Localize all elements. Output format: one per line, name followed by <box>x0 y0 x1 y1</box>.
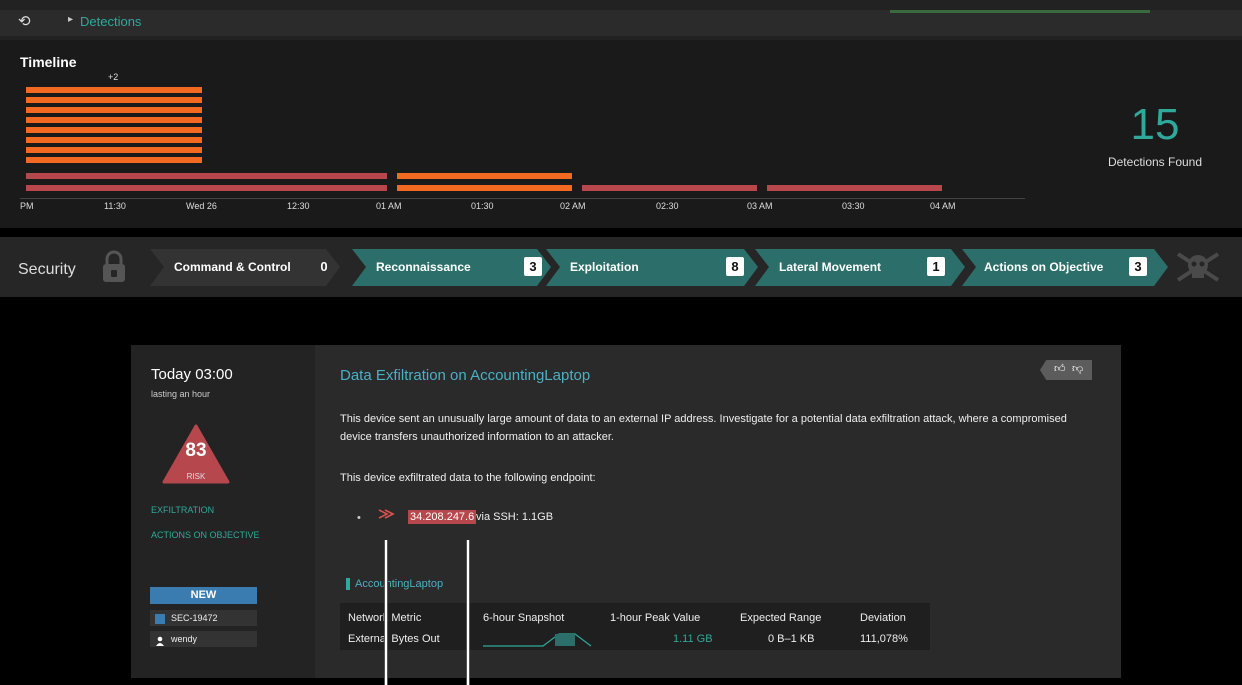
timeline-tick: PM <box>20 201 34 211</box>
detections-count: 15 <box>1130 100 1180 149</box>
timeline-bar[interactable] <box>26 87 202 93</box>
stage-command-and-control[interactable]: Command & Control 0 <box>150 249 340 286</box>
snapshot-header: 6-hour Snapshot <box>483 612 565 624</box>
timeline-bar[interactable] <box>582 185 757 191</box>
timeline-bar[interactable] <box>767 185 942 191</box>
detection-time: Today 03:00 <box>151 366 233 383</box>
timeline-tick: 02:30 <box>656 201 679 211</box>
timeline-title: Timeline <box>20 54 77 70</box>
deviation-header: Deviation <box>860 612 906 624</box>
endpoint-detail: via SSH: 1.1GB <box>476 511 554 523</box>
thumbs-up-icon[interactable]: 👍︎ <box>1054 362 1066 375</box>
stage-label: Command & Control <box>174 260 291 274</box>
timeline-tick: 02 AM <box>560 201 586 211</box>
progress-strip <box>890 10 1150 13</box>
assignee-row[interactable]: wendy <box>150 631 257 647</box>
history-icon[interactable]: ⟲ <box>18 12 31 30</box>
stage-label: Actions on Objective <box>984 260 1104 274</box>
stage-count: 8 <box>726 257 744 276</box>
detection-description: This device sent an unusually large amou… <box>340 413 1067 443</box>
peak-header: 1-hour Peak Value <box>610 612 701 624</box>
timeline-bar[interactable] <box>26 107 202 113</box>
peak-value: 1.11 GB <box>673 633 713 645</box>
thumbs-down-icon[interactable]: 👎︎ <box>1072 362 1083 375</box>
user-icon <box>155 635 165 646</box>
detection-duration: lasting an hour <box>151 389 211 399</box>
timeline-bar[interactable] <box>397 185 572 191</box>
callout-line <box>466 540 470 685</box>
stage-count: 3 <box>1129 257 1147 276</box>
timeline-bar[interactable] <box>397 173 572 179</box>
timeline-bar[interactable] <box>26 185 387 191</box>
timeline-bar[interactable] <box>26 147 202 153</box>
timeline-bar[interactable] <box>26 97 202 103</box>
timeline-tick: 01:30 <box>471 201 494 211</box>
category-exfiltration[interactable]: EXFILTRATION <box>151 505 214 515</box>
timeline-overflow-note[interactable]: +2 <box>108 72 118 82</box>
status-badge[interactable]: NEW <box>150 587 257 604</box>
timeline-tick: 03:30 <box>842 201 865 211</box>
stage-label: Lateral Movement <box>779 260 882 274</box>
detection-title[interactable]: Data Exfiltration on AccountingLaptop <box>340 367 590 384</box>
security-label: Security <box>18 261 76 278</box>
category-actions-on-objective[interactable]: ACTIONS ON OBJECTIVE <box>151 530 260 540</box>
timeline-bar[interactable] <box>26 127 202 133</box>
callout-line <box>384 540 388 685</box>
timeline-tick: Wed 26 <box>186 201 217 211</box>
timeline-panel <box>0 40 1242 228</box>
endpoint-intro: This device exfiltrated data to the foll… <box>340 472 596 484</box>
snapshot-sparkline[interactable] <box>483 628 593 648</box>
timeline-tick: 11:30 <box>104 201 126 211</box>
stage-count: 3 <box>524 257 542 276</box>
timeline-tick: 01 AM <box>376 201 402 211</box>
deviation-value: 111,078% <box>860 633 908 645</box>
timeline-axis <box>20 198 1025 199</box>
endpoint-ip[interactable]: 34.208.247.6 <box>408 510 477 524</box>
range-header: Expected Range <box>740 612 822 624</box>
timeline-bar[interactable] <box>26 157 202 163</box>
timeline-bar[interactable] <box>26 137 202 143</box>
risk-label: RISK <box>186 472 206 481</box>
stage-lateral-movement[interactable]: Lateral Movement 1 <box>755 249 965 286</box>
lock-icon <box>103 250 125 282</box>
expected-range: 0 B–1 KB <box>768 633 815 645</box>
metric-name[interactable]: External Bytes Out <box>348 633 440 645</box>
breadcrumb-detections[interactable]: Detections <box>80 14 141 29</box>
device-marker <box>346 578 350 590</box>
feedback-button[interactable] <box>1040 360 1092 380</box>
breadcrumb-bar <box>0 10 1242 36</box>
ticket-icon <box>155 613 165 624</box>
timeline-bar[interactable] <box>26 117 202 123</box>
assignee-name: wendy <box>171 634 198 644</box>
bullet: • <box>357 512 361 524</box>
timeline-bar[interactable] <box>26 173 387 179</box>
device-link[interactable]: AccountingLaptop <box>355 578 443 590</box>
chevron-right-icon: ▸ <box>68 14 74 25</box>
stage-count: 1 <box>927 257 945 276</box>
ticket-id: SEC-19472 <box>171 613 218 623</box>
stage-reconnaissance[interactable]: Reconnaissance 3 <box>352 249 551 286</box>
stage-exploitation[interactable]: Exploitation 8 <box>546 249 758 286</box>
stage-label: Exploitation <box>570 260 639 274</box>
stage-count: 0 <box>320 259 328 274</box>
stage-actions-on-objective[interactable]: Actions on Objective 3 <box>962 249 1168 286</box>
timeline-tick: 04 AM <box>930 201 956 211</box>
ticket-row[interactable]: SEC-19472 <box>150 610 257 626</box>
skull-crossbones-icon <box>1176 252 1220 282</box>
risk-score: 83 <box>185 440 207 461</box>
external-endpoint-icon <box>378 509 395 519</box>
detections-label: Detections Found <box>1107 155 1203 169</box>
timeline-tick: 12:30 <box>287 201 310 211</box>
timeline-tick: 03 AM <box>747 201 773 211</box>
stage-label: Reconnaissance <box>376 260 471 274</box>
